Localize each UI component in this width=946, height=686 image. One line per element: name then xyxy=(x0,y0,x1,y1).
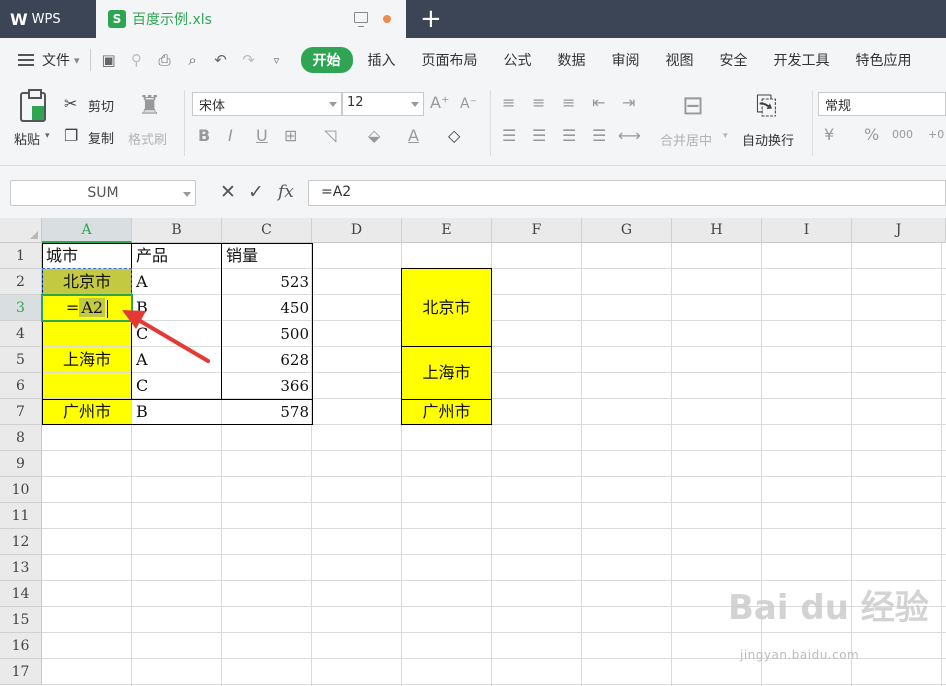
percent-icon[interactable]: % xyxy=(864,126,879,144)
divider xyxy=(490,90,491,156)
justify-icon[interactable]: ☰ xyxy=(592,127,606,145)
paste-icon[interactable] xyxy=(20,89,46,122)
file-menu-label: 文件 xyxy=(42,53,70,69)
save-icon[interactable]: ▣ xyxy=(100,51,118,69)
wps-home-tab[interactable]: W WPS xyxy=(0,0,96,38)
tab-start[interactable]: 开始 xyxy=(300,47,353,73)
chevron-down-icon xyxy=(329,102,337,107)
name-box-value: SUM xyxy=(87,185,119,201)
new-tab-plus-icon[interactable]: + xyxy=(420,4,442,34)
merge-center-button[interactable]: 合并居中 xyxy=(660,130,712,149)
number-format-select[interactable]: 常规 xyxy=(818,92,946,116)
cut-button[interactable]: 剪切 xyxy=(88,96,114,115)
eraser-icon[interactable]: ◇ xyxy=(448,127,460,145)
bold-icon[interactable]: B xyxy=(198,127,210,145)
tab-insert[interactable]: 插入 xyxy=(368,50,396,70)
name-box[interactable]: SUM xyxy=(10,180,196,206)
tab-security[interactable]: 安全 xyxy=(720,50,748,70)
copy-icon[interactable]: ❐ xyxy=(64,127,78,145)
menu-bar: 文件 ▾ ▣ ⚲ ⎙ ⌕ ↶ ↷ ▿ 开始 插入 页面布局 公式 数据 审阅 视… xyxy=(0,38,946,82)
align-center-icon[interactable]: ☰ xyxy=(532,127,546,145)
format-painter-button[interactable]: 格式刷 xyxy=(128,129,167,148)
decrease-font-icon[interactable]: A⁻ xyxy=(460,95,477,113)
merge-dropdown-icon[interactable]: ▾ xyxy=(723,131,728,141)
baidu-watermark-url: jingyan.baidu.com xyxy=(740,648,860,662)
divider xyxy=(89,49,91,71)
customize-toolbar-icon[interactable]: ▿ xyxy=(268,51,286,69)
border-icon[interactable]: ⊞ xyxy=(284,127,297,145)
chevron-down-icon xyxy=(183,192,191,197)
thousands-icon[interactable]: 000 xyxy=(892,126,913,144)
clear-icon[interactable]: ◹ xyxy=(324,127,336,145)
cancel-icon[interactable]: ✕ xyxy=(220,181,236,203)
underline-icon[interactable]: U xyxy=(256,127,268,145)
formula-input[interactable]: =A2 xyxy=(308,180,946,206)
tab-formulas[interactable]: 公式 xyxy=(504,50,532,70)
document-tab[interactable]: S 百度示例.xls xyxy=(96,0,406,38)
decimal-increase-icon[interactable]: +0 xyxy=(928,126,944,144)
align-right-icon[interactable]: ☰ xyxy=(562,127,576,145)
wps-logo-icon: W xyxy=(10,9,28,29)
increase-font-icon[interactable]: A⁺ xyxy=(430,94,449,112)
font-size-select[interactable]: 12 xyxy=(342,92,424,116)
font-name-select[interactable]: 宋体 xyxy=(192,92,342,116)
copy-button[interactable]: 复制 xyxy=(88,128,114,147)
number-format-value: 常规 xyxy=(825,99,852,114)
scissors-icon[interactable]: ✂ xyxy=(64,95,77,113)
fill-color-icon[interactable]: ⬙ xyxy=(368,127,380,145)
spreadsheet-icon: S xyxy=(108,10,126,28)
baidu-watermark: Bai du 经验 xyxy=(728,588,929,628)
wrap-text-button[interactable]: 自动换行 xyxy=(742,130,794,149)
hamburger-icon xyxy=(18,54,34,66)
title-bar: W WPS S 百度示例.xls + xyxy=(0,0,946,38)
formula-value: =A2 xyxy=(321,184,352,200)
align-top-icon[interactable]: ≡ xyxy=(502,94,515,112)
paste-button[interactable]: 粘贴 xyxy=(14,129,40,148)
chevron-down-icon xyxy=(411,102,419,107)
print-icon[interactable]: ⎙ xyxy=(156,51,174,69)
distribute-icon[interactable]: ⟷ xyxy=(618,127,641,145)
divider xyxy=(184,90,185,156)
file-menu[interactable]: 文件 ▾ xyxy=(18,50,80,70)
undo-icon[interactable]: ↶ xyxy=(212,51,230,69)
formula-bar: SUM ✕ ✓ fx =A2 xyxy=(0,166,946,218)
wrap-text-icon[interactable]: ⎘ xyxy=(756,92,777,120)
align-left-icon[interactable]: ☰ xyxy=(502,127,516,145)
tab-page-layout[interactable]: 页面布局 xyxy=(422,50,478,70)
merge-cells-icon[interactable]: ⊟ xyxy=(682,92,704,120)
tab-special-apps[interactable]: 特色应用 xyxy=(856,50,912,70)
wps-app-name: WPS xyxy=(31,11,61,27)
insert-function-icon[interactable]: fx xyxy=(278,181,294,203)
font-name-value: 宋体 xyxy=(199,99,226,114)
font-size-value: 12 xyxy=(347,95,364,110)
tab-review[interactable]: 审阅 xyxy=(612,50,640,70)
indent-increase-icon[interactable]: ⇥ xyxy=(622,94,635,112)
tab-data[interactable]: 数据 xyxy=(558,50,586,70)
redo-icon[interactable]: ↷ xyxy=(240,51,258,69)
document-filename: 百度示例.xls xyxy=(132,12,212,28)
tab-developer[interactable]: 开发工具 xyxy=(774,50,830,70)
indent-decrease-icon[interactable]: ⇤ xyxy=(592,94,605,112)
unsaved-dot-icon[interactable] xyxy=(383,15,391,23)
italic-icon[interactable]: I xyxy=(228,127,233,145)
align-bottom-icon[interactable]: ≡ xyxy=(562,94,575,112)
font-color-icon[interactable]: A xyxy=(408,127,419,145)
confirm-icon[interactable]: ✓ xyxy=(248,181,264,203)
print-preview-icon[interactable]: ⌕ xyxy=(184,51,202,69)
monitor-icon[interactable] xyxy=(354,12,368,27)
tab-view[interactable]: 视图 xyxy=(666,50,694,70)
chevron-down-icon: ▾ xyxy=(74,53,80,67)
spreadsheet-grid: A B C D E F G H I J 1 2 3 4 5 6 7 8 9 10… xyxy=(0,218,946,686)
ribbon: 粘贴 ▾ ✂ 剪切 ❐ 复制 ♜ 格式刷 宋体 12 A⁺ A⁻ B I U ⊞… xyxy=(0,82,946,166)
divider xyxy=(812,90,813,156)
format-painter-icon[interactable]: ⚲ xyxy=(128,51,146,69)
currency-icon[interactable]: ¥ xyxy=(824,126,834,144)
paste-dropdown-icon[interactable]: ▾ xyxy=(45,131,50,141)
align-middle-icon[interactable]: ≡ xyxy=(532,94,545,112)
brush-icon[interactable]: ♜ xyxy=(138,92,161,120)
